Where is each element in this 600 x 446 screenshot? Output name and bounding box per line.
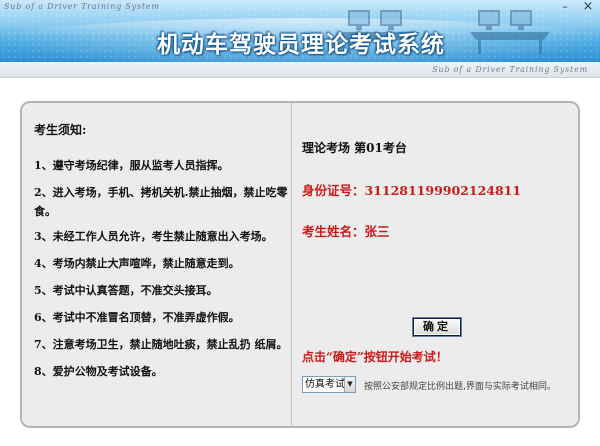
strip-subtitle: Sub of a Driver Training System: [432, 65, 588, 74]
exam-info-section: 理论考场 第01考台 身份证号：311281199902124811 考生姓名：…: [302, 103, 572, 426]
panel-divider: [291, 103, 292, 426]
computer-desk-illustration: [470, 10, 550, 54]
exam-mode-select[interactable]: 仿真考试 ▼: [302, 376, 356, 393]
notice-rule: 8、爱护公物及考试设备。: [34, 365, 163, 378]
main-panel: 考生须知: 1、遵守考场纪律，服从监考人员指挥。 2、进入考场，手机、拷机关机.…: [20, 101, 580, 428]
app-title: 机动车驾驶员理论考试系统: [157, 31, 445, 58]
id-number-label: 身份证号：311281199902124811: [302, 183, 522, 198]
candidate-name-label: 考生姓名：张三: [302, 224, 390, 239]
exam-mode-value: 仿真考试: [305, 379, 345, 390]
notice-rule: 5、考试中认真答题，不准交头接耳。: [34, 284, 218, 297]
banner-subtitle: Sub of a Driver Training System: [4, 2, 160, 11]
close-button[interactable]: ×: [578, 0, 598, 15]
confirm-hint: 点击“确定”按钮开始考试！: [302, 350, 448, 364]
sub-header-strip: Sub of a Driver Training System: [0, 62, 600, 78]
app-window: Sub of a Driver Training System 机动车驾驶员理论…: [0, 0, 600, 446]
minimize-icon: –: [562, 0, 568, 13]
notice-rule: 7、注意考场卫生，禁止随地吐痰，禁止乱扔 纸屑。: [34, 338, 288, 351]
chevron-down-icon[interactable]: ▼: [344, 377, 355, 392]
header-banner: Sub of a Driver Training System 机动车驾驶员理论…: [0, 0, 600, 62]
confirm-button[interactable]: 确定: [413, 318, 461, 336]
notice-rule: 4、考场内禁止大声喧哗，禁止随意走到。: [34, 257, 240, 270]
minimize-button[interactable]: –: [555, 1, 575, 15]
notice-title: 考生须知:: [34, 123, 87, 137]
exam-site-label: 理论考场 第01考台: [302, 141, 407, 155]
notice-rule: 1、遵守考场纪律，服从监考人员指挥。: [34, 159, 229, 172]
notice-section: 考生须知: 1、遵守考场纪律，服从监考人员指挥。 2、进入考场，手机、拷机关机.…: [34, 121, 288, 389]
notice-rule: 6、考试中不准冒名顶替，不准弄虚作假。: [34, 311, 240, 324]
notice-rule: 2、进入考场，手机、拷机关机.禁止抽烟，禁止吃零食。: [34, 186, 288, 218]
close-icon: ×: [582, 0, 594, 14]
exam-mode-description: 按照公安部规定比例出题,界面与实际考试相同。: [364, 382, 556, 392]
notice-rule: 3、未经工作人员允许，考生禁止随意出入考场。: [34, 230, 273, 243]
